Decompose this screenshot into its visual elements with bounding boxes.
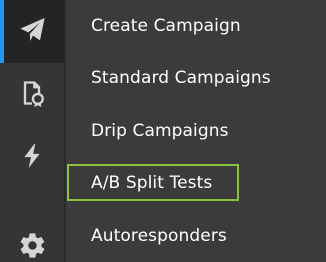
menu-item-create-campaign[interactable]: Create Campaign — [66, 0, 326, 52]
menu-item-standard-campaigns[interactable]: Standard Campaigns — [66, 52, 326, 104]
menu-item-label: A/B Split Tests — [91, 173, 213, 193]
gear-icon — [18, 231, 47, 262]
paper-plane-icon — [18, 15, 47, 48]
menu-item-drip-campaigns[interactable]: Drip Campaigns — [66, 105, 326, 157]
lightning-icon — [19, 143, 45, 173]
menu-item-ab-split-tests[interactable]: A/B Split Tests — [66, 160, 326, 206]
app-window: Create Campaign Standard Campaigns Drip … — [0, 0, 326, 262]
menu-item-autoresponders[interactable]: Autoresponders — [66, 210, 326, 262]
menu-item-label: Standard Campaigns — [91, 68, 271, 88]
menu-item-label: Drip Campaigns — [91, 121, 229, 141]
sidebar-rail — [0, 0, 64, 262]
menu-item-label: Autoresponders — [91, 226, 227, 246]
menu-item-label: Create Campaign — [91, 16, 241, 36]
sidebar-item-settings[interactable] — [0, 218, 64, 262]
campaign-menu: Create Campaign Standard Campaigns Drip … — [66, 0, 326, 262]
sidebar-item-reports[interactable] — [0, 63, 64, 126]
sidebar-item-campaigns[interactable] — [0, 0, 64, 63]
report-icon — [18, 79, 46, 111]
sidebar-item-automation[interactable] — [0, 126, 64, 189]
